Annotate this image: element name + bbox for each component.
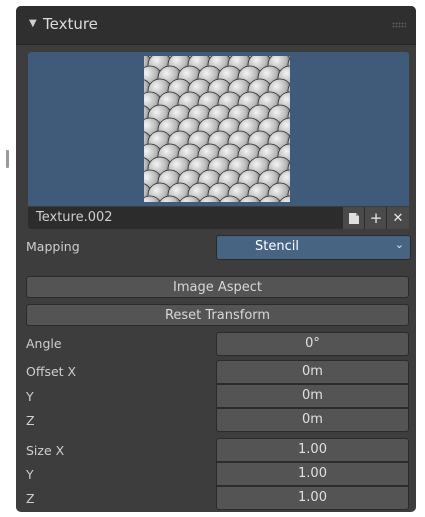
texture-preview: [28, 52, 409, 206]
size-y-field[interactable]: 1.00: [216, 462, 409, 486]
close-icon[interactable]: ✕: [386, 207, 409, 229]
size-x-field[interactable]: 1.00: [216, 438, 409, 462]
mapping-value: Stencil: [255, 239, 299, 254]
mapping-dropdown[interactable]: Stencil ⌄: [216, 235, 411, 260]
mapping-label: Mapping: [26, 239, 80, 254]
panel-header[interactable]: ▼ Texture: [16, 6, 416, 45]
offset-z-label: Z: [26, 413, 35, 428]
editor-edge: [0, 0, 14, 517]
new-file-icon[interactable]: [342, 207, 365, 229]
size-x-label: Size X: [26, 443, 65, 458]
size-z-label: Z: [26, 491, 35, 506]
panel-title: Texture: [43, 15, 98, 33]
offset-y-field[interactable]: 0m: [216, 384, 409, 408]
drag-grip-icon[interactable]: [392, 22, 406, 28]
image-aspect-button[interactable]: Image Aspect: [26, 276, 409, 298]
edge-resize-handle[interactable]: [6, 150, 9, 168]
reset-transform-button[interactable]: Reset Transform: [26, 304, 409, 326]
texture-name-field[interactable]: Texture.002: [36, 210, 113, 225]
angle-label: Angle: [26, 336, 62, 351]
texture-selector[interactable]: Texture.002 + ✕: [28, 207, 409, 229]
size-z-field[interactable]: 1.00: [216, 486, 409, 510]
offset-x-field[interactable]: 0m: [216, 360, 409, 384]
texture-panel: ▼ Texture Texture.002 + ✕ Mapping Stenci…: [16, 6, 416, 512]
texture-preview-image: [144, 56, 290, 202]
offset-z-field[interactable]: 0m: [216, 408, 409, 432]
size-y-label: Y: [26, 467, 34, 482]
angle-field[interactable]: 0°: [216, 332, 409, 356]
offset-x-label: Offset X: [26, 364, 77, 379]
offset-y-label: Y: [26, 389, 34, 404]
chevron-down-icon: ⌄: [394, 238, 404, 251]
plus-icon[interactable]: +: [364, 207, 387, 229]
disclosure-triangle-icon[interactable]: ▼: [29, 18, 37, 29]
